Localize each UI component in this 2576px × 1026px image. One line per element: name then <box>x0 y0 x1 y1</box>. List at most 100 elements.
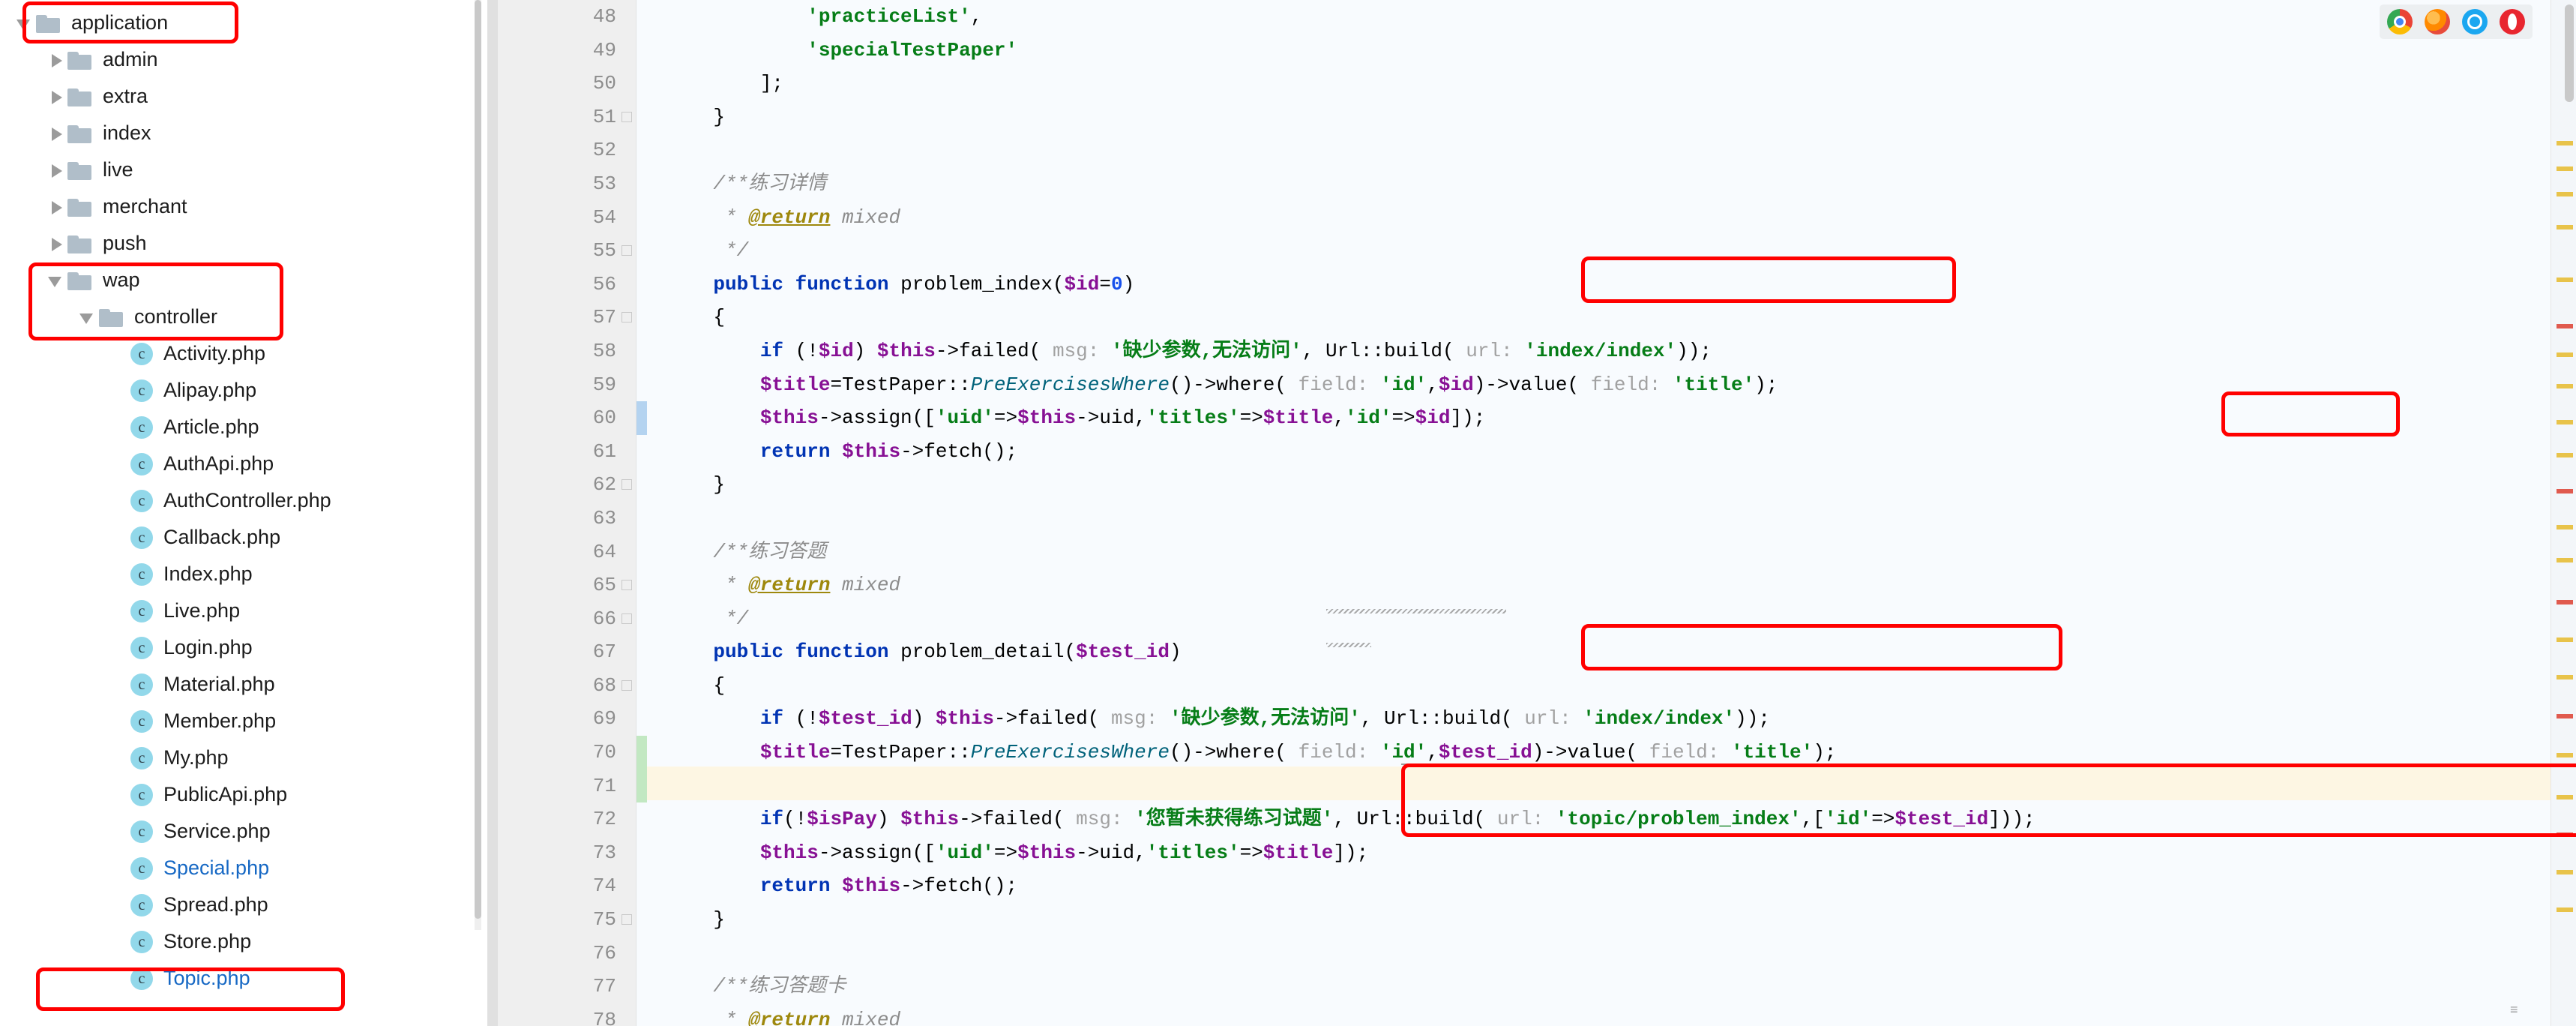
warning-marker[interactable] <box>2557 908 2573 912</box>
code-line[interactable]: * @return mixed <box>637 201 2576 235</box>
code-line[interactable]: /**练习详情 <box>637 167 2576 201</box>
safari-icon[interactable] <box>2462 9 2488 34</box>
sidebar-scrollbar[interactable] <box>475 0 481 930</box>
line-number[interactable]: 56 <box>498 268 636 302</box>
code-line[interactable]: */ <box>637 602 2576 636</box>
line-number[interactable]: 64 <box>498 536 636 569</box>
warning-marker[interactable] <box>2557 384 2573 388</box>
tree-item-live-php[interactable]: c Live.php <box>0 592 487 629</box>
line-number[interactable]: 65 <box>498 568 636 602</box>
code-line[interactable]: return $this->fetch(); <box>637 869 2576 903</box>
code-line[interactable]: 'practiceList', <box>637 0 2576 34</box>
error-marker[interactable] <box>2557 324 2573 328</box>
chevron-right-icon[interactable] <box>45 86 67 108</box>
chevron-right-icon[interactable] <box>45 122 67 145</box>
warning-marker[interactable] <box>2557 141 2573 146</box>
chevron-down-icon[interactable] <box>45 269 67 292</box>
code-line[interactable]: { <box>637 669 2576 703</box>
tree-item-push[interactable]: push <box>0 225 487 262</box>
tree-item-service-php[interactable]: c Service.php <box>0 813 487 850</box>
chevron-right-icon[interactable] <box>45 196 67 218</box>
line-number-gutter[interactable]: 48 49 50 51 52 53 54 55 56 57 58 59 60 61 62 63 64 65 66 67… <box>498 0 637 1026</box>
code-line[interactable]: if (!$id) $this->failed( msg: '缺少参数,无法访问… <box>637 334 2576 368</box>
code-fold-handle[interactable] <box>618 568 633 602</box>
line-number[interactable]: 50 <box>498 67 636 100</box>
line-number[interactable]: 66 <box>498 602 636 636</box>
chevron-down-icon[interactable] <box>13 12 36 34</box>
code-line[interactable]: ]; <box>637 67 2576 100</box>
code-line[interactable]: { <box>637 301 2576 334</box>
code-line[interactable]: } <box>637 468 2576 502</box>
line-number[interactable]: 69 <box>498 702 636 736</box>
code-line[interactable]: /**练习答题卡 <box>637 970 2576 1004</box>
opera-icon[interactable] <box>2500 9 2525 34</box>
editor-scrollbar-thumb[interactable] <box>2565 4 2574 102</box>
code-line[interactable]: $title=TestPaper::PreExercisesWhere()->w… <box>637 368 2576 402</box>
code-line[interactable]: $this->assign(['uid'=>$this->uid,'titles… <box>637 401 2576 435</box>
code-line[interactable]: } <box>637 903 2576 937</box>
code-line[interactable]: public function problem_detail($test_id) <box>637 635 2576 669</box>
warning-marker[interactable] <box>2557 192 2573 196</box>
code-line[interactable] <box>637 134 2576 167</box>
tree-item-callback-php[interactable]: c Callback.php <box>0 519 487 556</box>
warning-marker[interactable] <box>2557 225 2573 230</box>
warning-marker[interactable] <box>2557 352 2573 357</box>
code-fold-handle[interactable] <box>618 468 633 502</box>
code-fold-handle[interactable] <box>618 234 633 268</box>
vcs-change-marker[interactable] <box>637 736 647 803</box>
line-number[interactable]: 71 <box>498 770 636 803</box>
tree-item-spread-php[interactable]: c Spread.php <box>0 886 487 923</box>
code-line[interactable]: } <box>637 100 2576 134</box>
tree-item-topic-php[interactable]: c Topic.php <box>0 960 487 997</box>
code-line[interactable] <box>637 937 2576 970</box>
code-editor[interactable]: 48 49 50 51 52 53 54 55 56 57 58 59 60 61 62 63 64 65 66 67… <box>487 0 2576 1026</box>
tree-item-material-php[interactable]: c Material.php <box>0 666 487 703</box>
code-text-area[interactable]: 'practiceList', 'specialTestPaper' ]; } … <box>637 0 2576 1026</box>
editor-marker-bar[interactable] <box>2551 0 2576 1026</box>
line-number[interactable]: 54 <box>498 201 636 235</box>
line-number[interactable]: 63 <box>498 502 636 536</box>
project-file-tree[interactable]: application admin extra index live merchant pu… <box>0 0 487 1026</box>
line-number[interactable]: 55 <box>498 234 636 268</box>
tree-item-alipay-php[interactable]: c Alipay.php <box>0 372 487 409</box>
tree-item-extra[interactable]: extra <box>0 78 487 115</box>
open-in-browser-toolbar[interactable] <box>2380 4 2533 39</box>
tree-item-login-php[interactable]: c Login.php <box>0 629 487 666</box>
line-number[interactable]: 62 <box>498 468 636 502</box>
chevron-right-icon[interactable] <box>45 159 67 182</box>
line-number[interactable]: 61 <box>498 435 636 469</box>
error-marker[interactable] <box>2557 600 2573 604</box>
code-line[interactable]: */ <box>637 234 2576 268</box>
code-line[interactable]: if (!$test_id) $this->failed( msg: '缺少参数… <box>637 702 2576 736</box>
code-line[interactable]: * @return mixed <box>637 568 2576 602</box>
warning-marker[interactable] <box>2557 278 2573 282</box>
warning-marker[interactable] <box>2557 166 2573 171</box>
line-number[interactable]: 75 <box>498 903 636 937</box>
line-number[interactable]: 72 <box>498 802 636 836</box>
line-number[interactable]: 58 <box>498 334 636 368</box>
tree-item-index[interactable]: index <box>0 115 487 152</box>
error-marker[interactable] <box>2557 489 2573 494</box>
tree-item-wap[interactable]: wap <box>0 262 487 298</box>
chevron-right-icon[interactable] <box>45 232 67 255</box>
line-number[interactable]: 67 <box>498 635 636 669</box>
line-number[interactable]: 51 <box>498 100 636 134</box>
code-line[interactable]: $this->assign(['uid'=>$this->uid,'titles… <box>637 836 2576 870</box>
code-fold-handle[interactable] <box>618 669 633 703</box>
line-number[interactable]: 74 <box>498 869 636 903</box>
tree-item-activity-php[interactable]: c Activity.php <box>0 335 487 372</box>
error-marker[interactable] <box>2557 714 2573 718</box>
line-number[interactable]: 52 <box>498 134 636 167</box>
warning-marker[interactable] <box>2557 870 2573 874</box>
warning-marker[interactable] <box>2557 795 2573 800</box>
warning-marker[interactable] <box>2557 675 2573 680</box>
code-line[interactable]: return $this->fetch(); <box>637 435 2576 469</box>
line-number[interactable]: 70 <box>498 736 636 770</box>
tree-item-index-php[interactable]: c Index.php <box>0 556 487 592</box>
tree-item-member-php[interactable]: c Member.php <box>0 703 487 740</box>
code-line[interactable]: /**练习答题 <box>637 536 2576 569</box>
tree-item-controller[interactable]: controller <box>0 298 487 335</box>
code-fold-handle[interactable] <box>618 602 633 636</box>
code-line[interactable]: * @return mixed <box>637 1004 2576 1026</box>
warning-marker[interactable] <box>2557 558 2573 562</box>
